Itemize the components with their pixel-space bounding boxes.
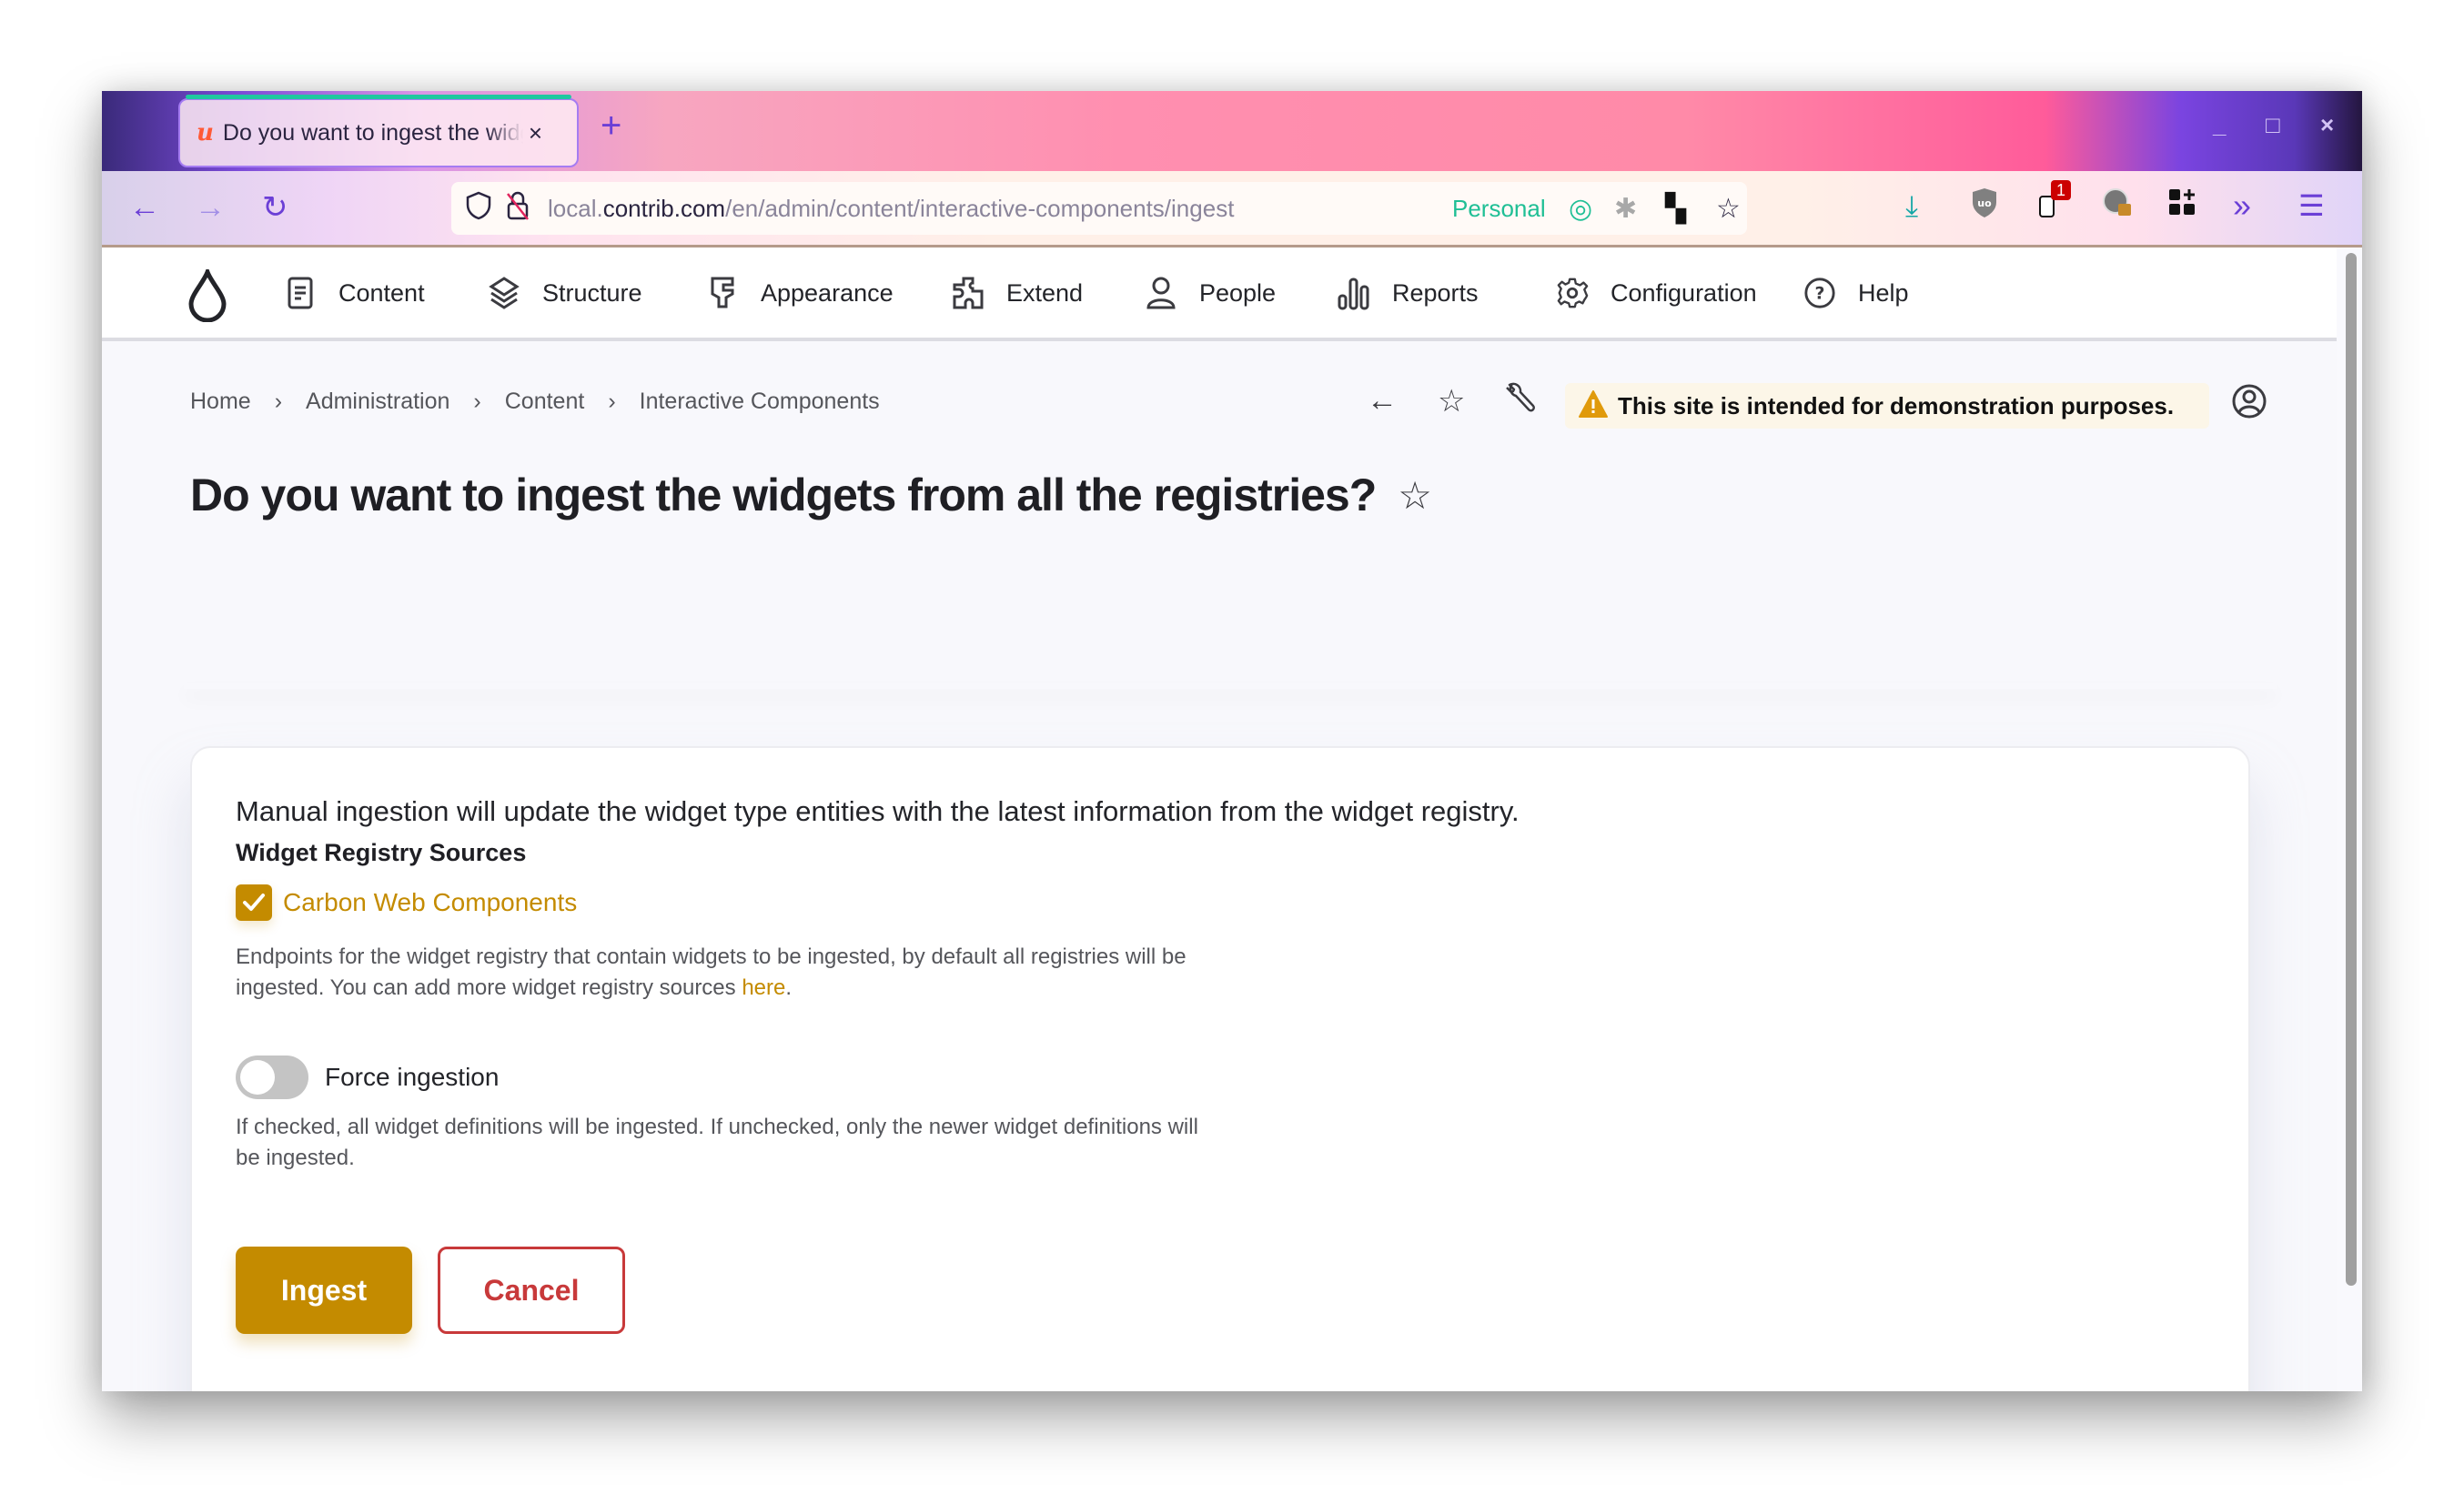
page-title-wrap: Do you want to ingest the widgets from a… — [190, 469, 1432, 521]
minimize-button[interactable]: _ — [2213, 111, 2226, 139]
address-bar[interactable]: local.contrib.com/en/admin/content/inter… — [451, 182, 1747, 235]
page-content: Home › Administration › Content › Intera… — [102, 341, 2337, 1391]
nav-label: Configuration — [1611, 278, 1757, 307]
site-favicon-icon: u — [197, 119, 214, 146]
insecure-lock-icon[interactable] — [506, 190, 530, 227]
close-tab-icon[interactable]: × — [529, 119, 542, 147]
svg-text:uo: uo — [1977, 197, 1992, 209]
nav-label: Help — [1858, 278, 1909, 307]
nav-item-people[interactable]: People — [1145, 247, 1276, 338]
page-scrollbar[interactable] — [2346, 253, 2357, 1286]
svg-text:?: ? — [1815, 284, 1825, 304]
layers-icon — [488, 277, 520, 309]
breadcrumb-administration[interactable]: Administration — [306, 389, 449, 415]
nav-item-structure[interactable]: Structure — [488, 247, 642, 338]
nav-label: People — [1199, 278, 1277, 307]
bar-chart-icon — [1338, 277, 1370, 310]
header-divider — [184, 683, 2277, 689]
person-icon — [1145, 277, 1177, 309]
tracking-protection-shield-icon[interactable] — [466, 191, 491, 227]
reload-button[interactable]: ↻ — [262, 189, 288, 226]
form-intro: Manual ingestion will update the widget … — [236, 795, 1520, 827]
browser-window: u Do you want to ingest the widgets from… — [102, 91, 2362, 1391]
hamburger-menu-icon[interactable]: ☰ — [2298, 187, 2325, 224]
breadcrumb: Home › Administration › Content › Intera… — [190, 389, 880, 415]
downloads-icon[interactable]: ⤓ — [1905, 187, 1918, 224]
force-ingestion-toggle[interactable] — [236, 1056, 308, 1099]
breadcrumb-separator: › — [608, 389, 616, 414]
user-account-icon[interactable] — [2231, 383, 2267, 424]
browser-toolbar: ← → ↻ local.contrib.com/en/admin/content… — [102, 171, 2362, 247]
sources-label: Widget Registry Sources — [236, 839, 527, 866]
bug-icon[interactable]: ✱ — [1614, 193, 1637, 225]
force-ingestion-row: Force ingestion — [236, 1056, 499, 1099]
tab-title: Do you want to ingest the widgets from a… — [222, 119, 523, 146]
shortcut-star-icon[interactable]: ☆ — [1438, 383, 1465, 419]
ingest-button[interactable]: Ingest — [236, 1247, 412, 1334]
add-shortcut-star-icon[interactable]: ☆ — [1398, 473, 1432, 518]
carbon-web-components-label[interactable]: Carbon Web Components — [283, 888, 577, 917]
force-ingestion-label[interactable]: Force ingestion — [325, 1063, 499, 1092]
breadcrumb-content[interactable]: Content — [505, 389, 585, 415]
container-fingerprint-icon: ◎ — [1569, 193, 1593, 224]
sources-description: Endpoints for the widget registry that c… — [236, 944, 1187, 1000]
ingest-form-card: Manual ingestion will update the widget … — [190, 746, 2250, 1391]
help-icon: ? — [1803, 277, 1836, 309]
carbon-web-components-checkbox[interactable] — [236, 884, 272, 921]
demo-warning-banner: This site is intended for demonstration … — [1565, 383, 2209, 429]
extension-grid-icon[interactable]: ▚ — [1665, 193, 1686, 225]
breadcrumb-interactive-components[interactable]: Interactive Components — [640, 389, 880, 415]
overflow-chevrons-icon[interactable]: » — [2233, 187, 2251, 224]
nav-item-content[interactable]: Content — [284, 247, 425, 338]
force-ingestion-description: If checked, all widget definitions will … — [236, 1115, 1198, 1170]
nav-item-extend[interactable]: Extend — [952, 247, 1083, 338]
drupal-logo-icon[interactable] — [187, 265, 227, 327]
nav-item-reports[interactable]: Reports — [1338, 247, 1479, 338]
page-actions: ← ☆ — [1367, 381, 1576, 420]
back-arrow-icon[interactable]: ← — [1367, 383, 1398, 419]
back-button[interactable]: ← — [129, 189, 160, 226]
extension-badge: 1 — [2051, 180, 2072, 200]
breadcrumb-home[interactable]: Home — [190, 389, 251, 415]
container-label[interactable]: Personal — [1452, 195, 1546, 223]
source-checkbox-row: Carbon Web Components — [236, 884, 577, 921]
ublock-shield-icon[interactable]: uo — [1971, 187, 1998, 227]
new-tab-button[interactable]: + — [601, 107, 621, 144]
gear-icon — [1556, 277, 1589, 309]
paintbrush-icon — [706, 277, 739, 309]
nav-item-appearance[interactable]: Appearance — [706, 247, 894, 338]
nav-label: Appearance — [761, 278, 894, 307]
forward-button[interactable]: → — [195, 189, 226, 226]
admin-toolbar: Content Structure Appearance Extend Peop… — [102, 247, 2337, 341]
breadcrumb-separator: › — [473, 389, 481, 414]
page-title: Do you want to ingest the widgets from a… — [190, 470, 1377, 520]
tab-bar: u Do you want to ingest the widgets from… — [102, 91, 2362, 171]
nav-label: Content — [338, 278, 425, 307]
close-window-button[interactable]: × — [2320, 111, 2334, 139]
browser-tab-active[interactable]: u Do you want to ingest the widgets from… — [178, 95, 579, 167]
nav-item-help[interactable]: ? Help — [1803, 247, 1909, 338]
url-text[interactable]: local.contrib.com/en/admin/content/inter… — [548, 195, 1234, 223]
nav-label: Extend — [1006, 278, 1084, 307]
maximize-button[interactable]: □ — [2266, 111, 2280, 139]
document-icon — [284, 277, 317, 309]
keepass-extension-icon[interactable] — [2102, 187, 2133, 227]
warning-icon — [1578, 389, 1609, 423]
demo-warning-text: This site is intended for demonstration … — [1618, 391, 2175, 419]
checkmark-icon — [243, 894, 265, 911]
cancel-button[interactable]: Cancel — [438, 1247, 625, 1334]
nav-label: Reports — [1392, 278, 1479, 307]
bookmark-star-icon[interactable]: ☆ — [1716, 193, 1741, 225]
nav-label: Structure — [542, 278, 642, 307]
add-extension-grid-icon[interactable] — [2167, 187, 2196, 225]
puzzle-icon — [952, 277, 985, 309]
breadcrumb-separator: › — [274, 389, 283, 414]
add-sources-link[interactable]: here — [742, 975, 785, 1000]
toggle-knob — [240, 1060, 275, 1095]
clipboard-extension-icon[interactable]: 1 — [2038, 180, 2072, 227]
wrench-icon[interactable] — [1505, 381, 1536, 420]
nav-item-configuration[interactable]: Configuration — [1556, 247, 1757, 338]
